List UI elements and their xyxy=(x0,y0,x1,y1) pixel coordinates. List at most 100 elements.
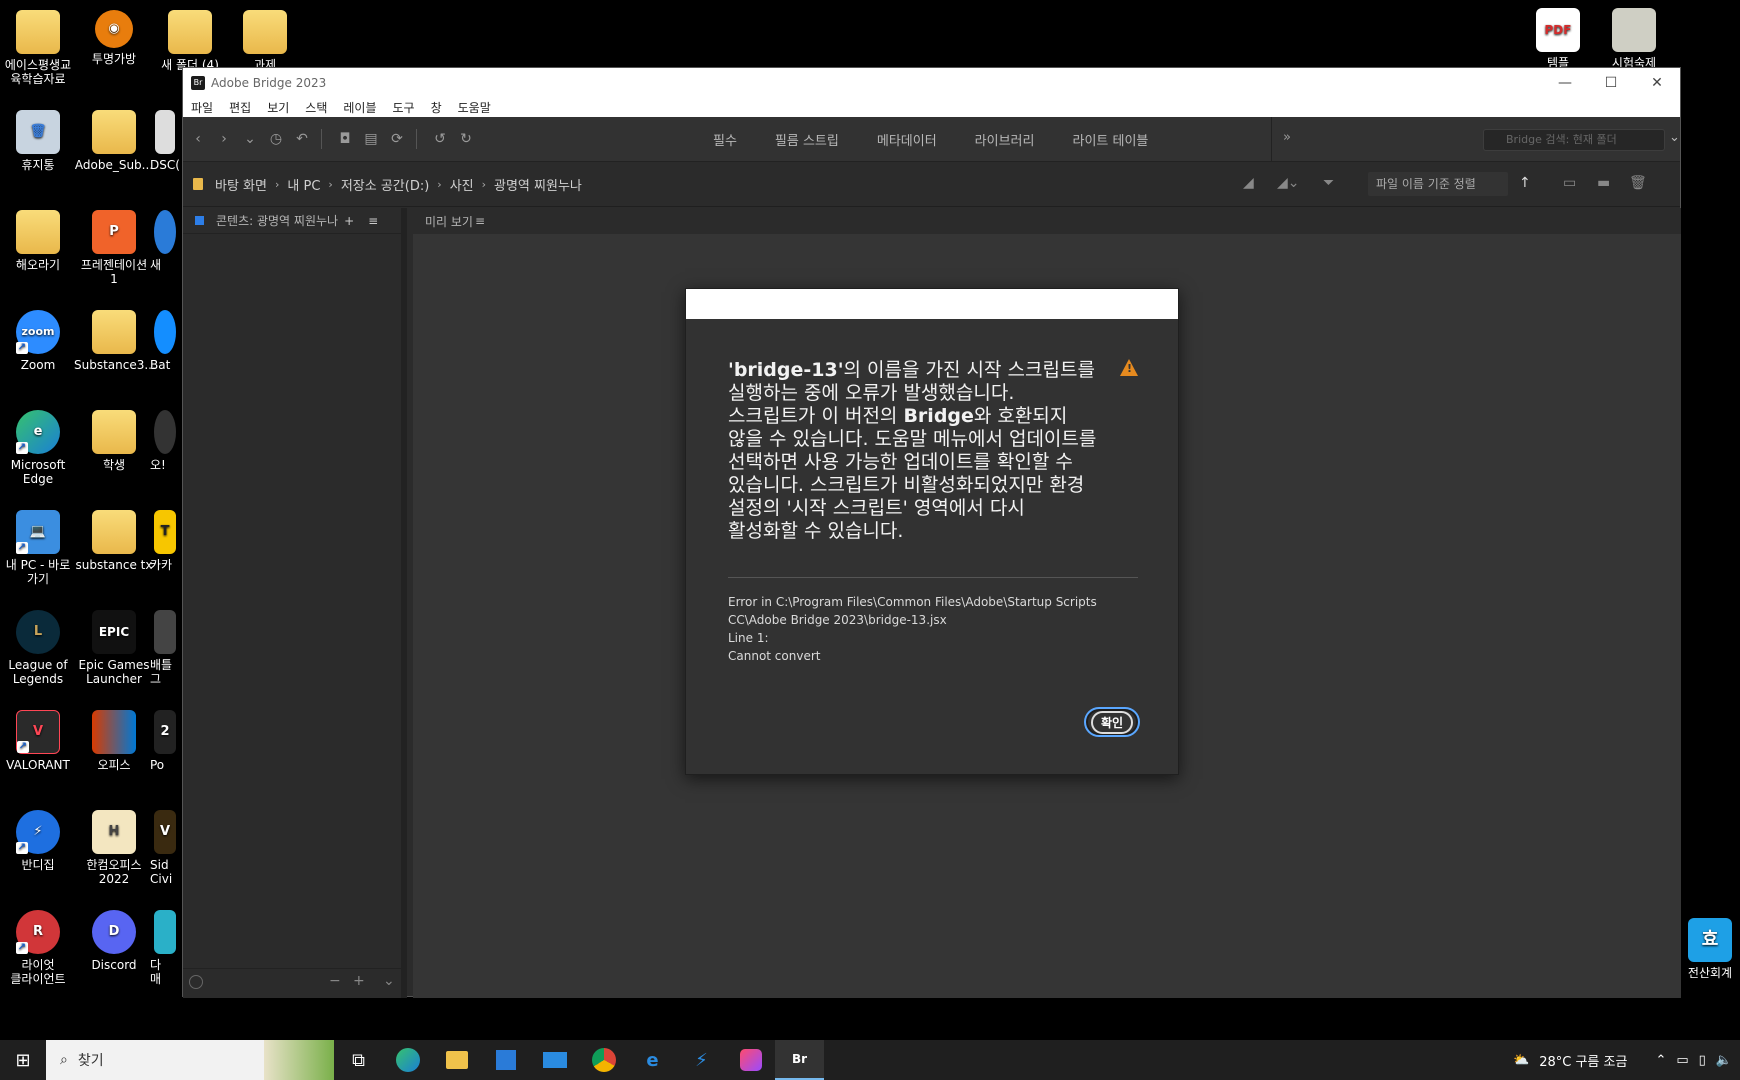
creative-cloud-icon[interactable] xyxy=(726,1040,775,1080)
quality-icon[interactable]: ◢ xyxy=(1243,175,1254,191)
chevron-down-icon[interactable]: ⌄ xyxy=(1669,130,1680,145)
breadcrumb-mypc[interactable]: 내 PC xyxy=(287,175,320,194)
desktop-icon-epic[interactable]: EPIC Epic Games Launcher xyxy=(74,610,154,686)
desktop-icon-adobesub[interactable]: Adobe_Sub... xyxy=(74,110,154,172)
sort-ascending-icon[interactable]: ↑ xyxy=(1519,175,1531,191)
return-icon[interactable]: ↶ xyxy=(291,131,313,147)
mail-icon[interactable] xyxy=(530,1040,579,1080)
workspace-more-icon[interactable]: » xyxy=(1283,130,1291,145)
desktop-icon-da[interactable]: 다 매 xyxy=(150,910,180,986)
desktop-icon-bat[interactable]: Bat xyxy=(150,310,180,372)
menu-file[interactable]: 파일 xyxy=(191,99,213,116)
desktop-icon-office[interactable]: 오피스 xyxy=(74,710,154,772)
workspace-essentials[interactable]: 필수 xyxy=(713,130,737,149)
desktop-icon-pubg[interactable]: 배틀그 xyxy=(150,610,180,686)
menu-tools[interactable]: 도구 xyxy=(393,99,415,116)
desktop-icon-substance3[interactable]: Substance3... xyxy=(74,310,156,372)
bridge-taskbar-icon[interactable]: Br xyxy=(775,1040,824,1080)
desktop-icon-mypc[interactable]: 💻 내 PC - 바로 가기 xyxy=(0,510,78,586)
chrome-icon[interactable] xyxy=(579,1040,628,1080)
rating-filter-icon[interactable]: ◢⌄ xyxy=(1277,175,1300,191)
chevron-down-icon[interactable]: ⌄ xyxy=(383,973,395,989)
rotate-left-icon[interactable]: ↺ xyxy=(429,131,451,147)
menu-edit[interactable]: 편집 xyxy=(229,99,251,116)
store-icon[interactable] xyxy=(481,1040,530,1080)
weather-icon[interactable]: ⛅ xyxy=(1513,1053,1529,1068)
rotate-right-icon[interactable]: ↻ xyxy=(455,131,477,147)
delete-icon[interactable]: 🗑 xyxy=(1629,175,1647,191)
back-icon[interactable]: ‹ xyxy=(187,131,209,147)
zoom-out-icon[interactable]: − xyxy=(329,973,341,989)
desktop-icon-zoom[interactable]: zoom Zoom xyxy=(0,310,78,372)
circle-icon[interactable] xyxy=(189,975,203,989)
menu-window[interactable]: 창 xyxy=(431,99,442,116)
internet-explorer-icon[interactable]: e xyxy=(628,1040,677,1080)
sort-select[interactable]: 파일 이름 기준 정렬 xyxy=(1368,172,1508,196)
task-view-icon[interactable]: ⧉ xyxy=(334,1040,383,1080)
battery-icon[interactable]: ▯ xyxy=(1699,1053,1706,1068)
breadcrumb-current[interactable]: 광명역 찌원누나 xyxy=(494,175,582,194)
refine-icon[interactable]: ▤ xyxy=(360,131,382,147)
maximize-button[interactable]: ☐ xyxy=(1588,75,1634,91)
content-panel-tab[interactable]: 콘텐츠: 광명역 찌원누나 + ≡ xyxy=(183,208,401,234)
file-explorer-icon[interactable] xyxy=(432,1040,481,1080)
chevron-down-icon[interactable]: ⌄ xyxy=(239,131,261,147)
desktop-icon-po[interactable]: 2 Po xyxy=(150,710,180,772)
edge-icon[interactable] xyxy=(383,1040,432,1080)
menu-help[interactable]: 도움말 xyxy=(458,99,491,116)
panel-menu-icon[interactable]: ≡ xyxy=(368,214,378,228)
windows-start-icon[interactable]: ⊞ xyxy=(0,1040,46,1080)
ok-button[interactable]: 확인 xyxy=(1084,707,1140,737)
desktop-icon-exam[interactable]: 시험숙제 xyxy=(1594,8,1674,70)
desktop-icon-lol[interactable]: L League of Legends xyxy=(0,610,78,686)
desktop-icon-discord[interactable]: D Discord xyxy=(74,910,154,972)
desktop-icon-valorant[interactable]: V VALORANT xyxy=(0,710,78,772)
desktop-icon-student[interactable]: 학생 xyxy=(74,410,154,472)
desktop-icon-hancom[interactable]: H 한컴오피스 2022 xyxy=(74,810,154,886)
chevron-up-icon[interactable]: ⌃ xyxy=(1655,1053,1666,1068)
camera-icon[interactable]: ◘ xyxy=(334,131,356,147)
minimize-button[interactable]: — xyxy=(1542,75,1588,91)
desktop-icon-riot[interactable]: R 라이엇 클라이언트 xyxy=(0,910,78,986)
search-input[interactable]: Bridge 검색: 현재 폴더 xyxy=(1483,129,1665,151)
volume-icon[interactable]: 🔈 xyxy=(1716,1053,1732,1068)
sync-icon[interactable]: ⟳ xyxy=(386,131,408,147)
desktop-icon-recycle[interactable]: 🗑 휴지통 xyxy=(0,110,78,172)
bandizip-icon[interactable]: ⚡ xyxy=(677,1040,726,1080)
workspace-light-table[interactable]: 라이트 테이블 xyxy=(1072,130,1148,149)
panel-menu-icon[interactable]: ≡ xyxy=(475,214,485,228)
desktop-icon-kakao[interactable]: T 카카 xyxy=(150,510,180,572)
preview-panel-tab[interactable]: 미리 보기 ≡ xyxy=(413,208,1681,234)
desktop-icon-edge[interactable]: e Microsoft Edge xyxy=(0,410,78,486)
desktop-icon-bag[interactable]: ◉ 투명가방 xyxy=(74,10,154,66)
breadcrumb-drive[interactable]: 저장소 공간(D:) xyxy=(341,175,429,194)
desktop-icon-task[interactable]: 과제 xyxy=(225,10,305,72)
desktop-icon-bandizip[interactable]: ⚡ 반디집 xyxy=(0,810,78,872)
close-button[interactable]: ✕ xyxy=(1634,75,1680,91)
forward-icon[interactable]: › xyxy=(213,131,235,147)
desktop-icon-newfolder[interactable]: 새 폴더 (4) xyxy=(150,10,230,72)
desktop-icon-template[interactable]: PDF 템플 xyxy=(1518,8,1598,70)
desktop-icon-o[interactable]: 오! xyxy=(150,410,180,472)
menu-stack[interactable]: 스택 xyxy=(305,99,327,116)
menu-label[interactable]: 레이블 xyxy=(343,99,376,116)
menu-view[interactable]: 보기 xyxy=(267,99,289,116)
desktop-icon-heron[interactable]: 해오라기 xyxy=(0,210,78,272)
breadcrumb-photos[interactable]: 사진 xyxy=(450,175,474,194)
taskbar-search-input[interactable]: ⌕ 찾기 xyxy=(46,1040,334,1080)
open-recent-icon[interactable]: ▭ xyxy=(1563,175,1576,191)
new-folder-icon[interactable]: ▬ xyxy=(1597,175,1610,191)
workspace-filmstrip[interactable]: 필름 스트립 xyxy=(775,130,839,149)
workspace-metadata[interactable]: 메타데이터 xyxy=(877,130,937,149)
filter-icon[interactable]: ⏷ xyxy=(1323,175,1334,191)
zoom-in-icon[interactable]: + xyxy=(353,973,365,989)
breadcrumb-desktop[interactable]: 바탕 화면 xyxy=(215,175,267,194)
add-icon[interactable]: + xyxy=(344,214,354,228)
desktop-icon-civ[interactable]: V Sid Civi xyxy=(150,810,180,886)
workspace-libraries[interactable]: 라이브러리 xyxy=(975,130,1035,149)
weather-text[interactable]: 28°C 구름 조금 xyxy=(1539,1051,1627,1070)
desktop-icon-new[interactable]: 새 xyxy=(150,210,180,272)
recent-icon[interactable]: ◷ xyxy=(265,131,287,147)
desktop-icon-substancetx[interactable]: substance tx xyxy=(74,510,154,572)
desktop-icon-ace[interactable]: 에이스평생교 육학습자료 xyxy=(0,10,78,86)
